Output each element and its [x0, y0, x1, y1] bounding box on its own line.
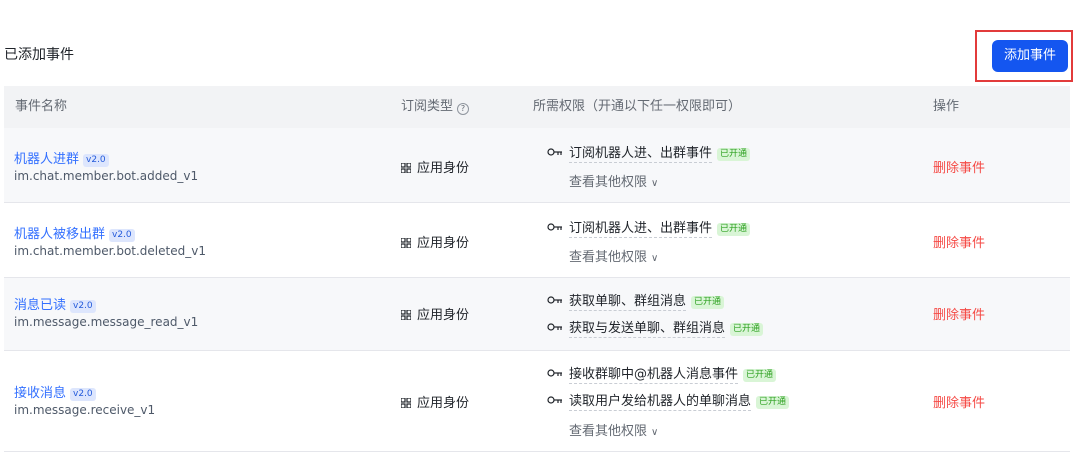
status-badge: 已开通: [717, 223, 751, 236]
subscription-type: 应用身份: [401, 157, 469, 176]
permission-name[interactable]: 订阅机器人进、出群事件: [569, 146, 713, 163]
permission-item: 订阅机器人进、出群事件 已开通: [547, 142, 751, 163]
key-icon: [547, 148, 562, 156]
column-header-event-name: 事件名称: [15, 99, 68, 114]
permission-name[interactable]: 获取单聊、群组消息: [569, 294, 687, 311]
subscription-type-label: 应用身份: [417, 396, 470, 411]
events-page: 已添加事件 添加事件 事件名称 订阅类型? 所需权限（开通以下任一权限即可） 操…: [0, 0, 1080, 456]
event-code: im.message.message_read_v1: [14, 315, 199, 329]
event-name[interactable]: 接收消息: [14, 386, 66, 401]
delete-event-button[interactable]: 删除事件: [933, 157, 985, 176]
table-row: 消息已读 v2.0 im.message.message_read_v1 应用身份…: [4, 278, 1070, 351]
permission-name[interactable]: 读取用户发给机器人的单聊消息: [569, 394, 752, 411]
event-name-link[interactable]: 机器人进群 v2.0: [14, 148, 109, 167]
key-icon: [547, 296, 562, 304]
events-table: 事件名称 订阅类型? 所需权限（开通以下任一权限即可） 操作 机器人进群 v2.0…: [4, 86, 1070, 452]
table-row: 接收消息 v2.0 im.message.receive_v1 应用身份 接收群聊…: [4, 351, 1070, 452]
delete-event-button[interactable]: 删除事件: [933, 304, 985, 323]
table-row: 机器人被移出群 v2.0 im.chat.member.bot.deleted_v…: [4, 203, 1070, 278]
key-icon: [547, 396, 562, 404]
event-name[interactable]: 消息已读: [14, 298, 66, 313]
subscription-type: 应用身份: [401, 392, 469, 411]
chevron-down-icon: ∨: [651, 178, 659, 189]
column-header-subscription-type: 订阅类型?: [401, 86, 470, 128]
help-circle-icon[interactable]: ?: [457, 103, 470, 115]
column-header-actions: 操作: [933, 99, 960, 114]
event-code: im.message.receive_v1: [14, 403, 156, 417]
permission-item: 接收群聊中@机器人消息事件 已开通: [547, 363, 777, 384]
subscription-type-label: 应用身份: [417, 161, 470, 176]
key-icon: [547, 323, 562, 331]
permission-item: 获取单聊、群组消息 已开通: [547, 290, 725, 311]
view-more-label[interactable]: 查看其他权限: [569, 250, 647, 265]
status-badge: 已开通: [756, 396, 790, 409]
view-more-label[interactable]: 查看其他权限: [569, 175, 647, 190]
delete-event-button[interactable]: 删除事件: [933, 232, 985, 251]
highlight-box: 添加事件: [975, 30, 1073, 82]
view-more-permissions[interactable]: 查看其他权限 ∨: [569, 171, 658, 190]
event-name[interactable]: 机器人被移出群: [14, 227, 105, 242]
view-more-permissions[interactable]: 查看其他权限 ∨: [569, 420, 658, 439]
column-header-subscription-type-label: 订阅类型: [401, 99, 454, 114]
column-header-permissions: 所需权限（开通以下任一权限即可）: [533, 99, 742, 114]
chevron-down-icon: ∨: [651, 253, 659, 264]
chevron-down-icon: ∨: [651, 427, 659, 438]
table-header: 事件名称 订阅类型? 所需权限（开通以下任一权限即可） 操作: [4, 86, 1070, 128]
permission-name[interactable]: 接收群聊中@机器人消息事件: [569, 367, 739, 384]
status-badge: 已开通: [743, 369, 777, 382]
event-name[interactable]: 机器人进群: [14, 152, 79, 167]
section-title: 已添加事件: [4, 47, 74, 63]
version-badge: v2.0: [70, 300, 96, 313]
permission-item: 获取与发送单聊、群组消息 已开通: [547, 317, 764, 338]
version-badge: v2.0: [83, 154, 109, 167]
event-code: im.chat.member.bot.deleted_v1: [14, 244, 206, 258]
subscription-type-label: 应用身份: [417, 236, 470, 251]
subscription-type: 应用身份: [401, 232, 469, 251]
grid-icon: [401, 310, 411, 320]
permission-name[interactable]: 获取与发送单聊、群组消息: [569, 321, 726, 338]
status-badge: 已开通: [730, 323, 764, 336]
version-badge: v2.0: [70, 388, 96, 401]
permission-item: 读取用户发给机器人的单聊消息 已开通: [547, 390, 790, 411]
permission-name[interactable]: 订阅机器人进、出群事件: [569, 221, 713, 238]
status-badge: 已开通: [717, 148, 751, 161]
subscription-type: 应用身份: [401, 304, 469, 323]
status-badge: 已开通: [691, 296, 725, 309]
subscription-type-label: 应用身份: [417, 308, 470, 323]
grid-icon: [401, 163, 411, 173]
key-icon: [547, 369, 562, 377]
event-name-link[interactable]: 机器人被移出群 v2.0: [14, 223, 135, 242]
event-code: im.chat.member.bot.added_v1: [14, 169, 199, 183]
grid-icon: [401, 238, 411, 248]
add-event-button[interactable]: 添加事件: [992, 40, 1068, 72]
view-more-permissions[interactable]: 查看其他权限 ∨: [569, 246, 658, 265]
grid-icon: [401, 398, 411, 408]
event-name-link[interactable]: 消息已读 v2.0: [14, 294, 96, 313]
key-icon: [547, 223, 562, 231]
permission-item: 订阅机器人进、出群事件 已开通: [547, 217, 751, 238]
event-name-link[interactable]: 接收消息 v2.0: [14, 382, 96, 401]
version-badge: v2.0: [109, 229, 135, 242]
delete-event-button[interactable]: 删除事件: [933, 392, 985, 411]
table-row: 机器人进群 v2.0 im.chat.member.bot.added_v1 应用…: [4, 128, 1070, 203]
view-more-label[interactable]: 查看其他权限: [569, 424, 647, 439]
